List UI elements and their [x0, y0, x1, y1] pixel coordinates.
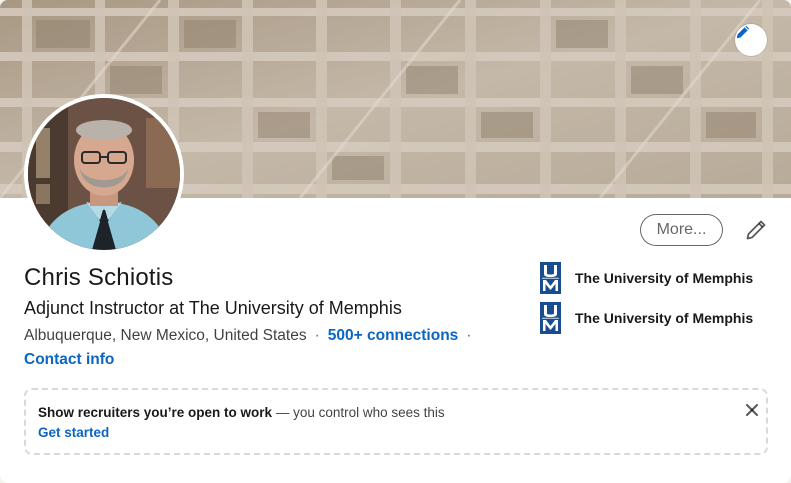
avatar[interactable]	[24, 94, 184, 254]
close-icon	[746, 404, 758, 416]
edit-intro-button[interactable]	[740, 214, 772, 246]
open-to-work-text: Show recruiters you’re open to work — yo…	[38, 405, 445, 420]
university-logo-icon	[540, 262, 561, 294]
open-to-work-heading: Show recruiters you’re open to work	[38, 405, 273, 420]
edit-cover-button[interactable]	[735, 24, 767, 56]
more-button[interactable]: More...	[640, 214, 723, 246]
education-item[interactable]: The University of Memphis	[540, 302, 753, 334]
profile-card: More... Chris Schiotis Adjunct Instructo…	[0, 0, 791, 483]
open-to-work-banner: Show recruiters you’re open to work — yo…	[24, 388, 768, 455]
profile-photo	[28, 98, 180, 250]
contact-info-link[interactable]: Contact info	[24, 351, 114, 369]
education-label: The University of Memphis	[575, 270, 754, 286]
pencil-icon	[736, 25, 750, 39]
separator-dot: ·	[466, 327, 472, 344]
education-label: The University of Memphis	[575, 310, 754, 326]
education-item[interactable]: The University of Memphis	[540, 262, 753, 294]
get-started-link[interactable]: Get started	[38, 425, 109, 440]
connections-link[interactable]: 500+ connections	[328, 327, 459, 345]
pencil-icon	[746, 220, 766, 240]
separator-dot: ·	[314, 327, 320, 344]
profile-headline: Adjunct Instructor at The University of …	[24, 298, 402, 318]
university-logo-icon	[540, 302, 561, 334]
dismiss-banner-button[interactable]	[740, 398, 764, 422]
open-to-work-subtext: — you control who sees this	[272, 405, 445, 420]
profile-meta-line: Albuquerque, New Mexico, United States ·…	[24, 327, 479, 345]
profile-location: Albuquerque, New Mexico, United States	[24, 327, 307, 344]
profile-name: Chris Schiotis	[24, 264, 174, 291]
